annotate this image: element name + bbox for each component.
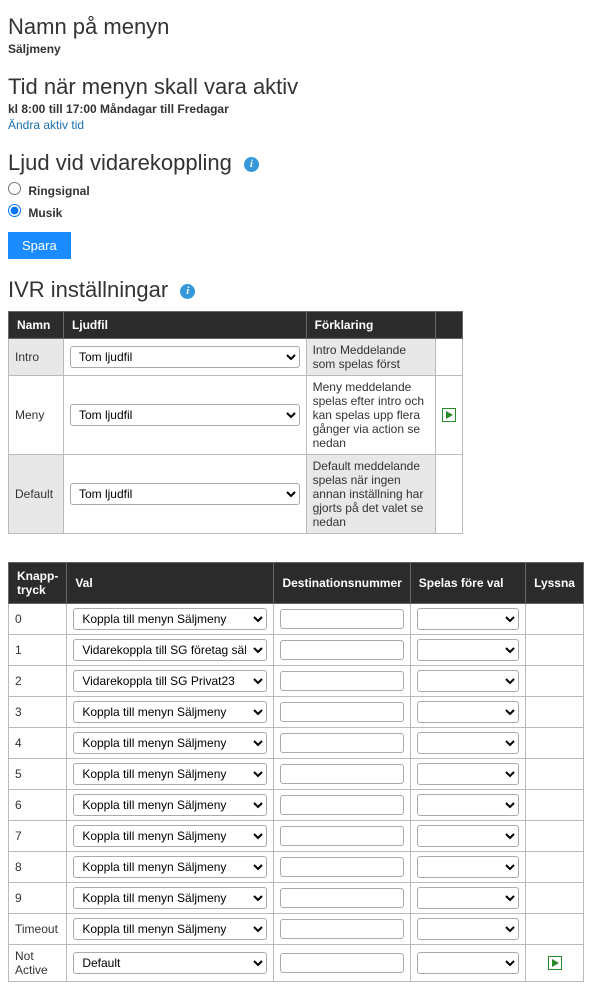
play-before-select[interactable] — [417, 794, 519, 816]
row-key: 3 — [9, 697, 67, 728]
play-before-select[interactable] — [417, 763, 519, 785]
choice-select[interactable]: Default — [73, 952, 267, 974]
destination-input[interactable] — [280, 919, 403, 939]
soundfile-select[interactable]: Tom ljudfil — [70, 483, 300, 505]
col-listen: Lyssna — [526, 563, 584, 604]
choice-select[interactable]: Koppla till menyn Säljmeny — [73, 763, 267, 785]
row-key: 1 — [9, 635, 67, 666]
row-desc: Intro Meddelande som spelas först — [306, 339, 435, 376]
destination-input[interactable] — [280, 640, 403, 660]
choice-select[interactable]: Vidarekoppla till SG Privat23 — [73, 670, 267, 692]
row-desc: Meny meddelande spelas efter intro och k… — [306, 376, 435, 455]
table-row: 6 Koppla till menyn Säljmeny — [9, 790, 584, 821]
play-before-select[interactable] — [417, 701, 519, 723]
row-key: 2 — [9, 666, 67, 697]
table-row: Meny Tom ljudfil Meny meddelande spelas ef… — [9, 376, 463, 455]
table-row: 0 Koppla till menyn Säljmeny — [9, 604, 584, 635]
table-row: 9 Koppla till menyn Säljmeny — [9, 883, 584, 914]
table-row: Intro Tom ljudfil Intro Meddelande som spe… — [9, 339, 463, 376]
table-row: Timeout Koppla till menyn Säljmeny — [9, 914, 584, 945]
soundfile-select[interactable]: Tom ljudfil — [70, 404, 300, 426]
col-play-before: Spelas före val — [410, 563, 525, 604]
col-keypress: Knapp-tryck — [9, 563, 67, 604]
ivr-settings-title: IVR inställningar i — [8, 277, 584, 303]
destination-input[interactable] — [280, 609, 403, 629]
play-icon[interactable] — [442, 408, 456, 422]
play-icon[interactable] — [548, 956, 562, 970]
choice-select[interactable]: Koppla till menyn Säljmeny — [73, 887, 267, 909]
table-row: 4 Koppla till menyn Säljmeny — [9, 728, 584, 759]
menu-name-value: Säljmeny — [8, 42, 584, 56]
play-before-select[interactable] — [417, 639, 519, 661]
menu-name-title: Namn på menyn — [8, 14, 584, 40]
destination-input[interactable] — [280, 764, 403, 784]
row-desc: Default meddelande spelas när ingen anna… — [306, 455, 435, 534]
info-icon[interactable]: i — [180, 284, 195, 299]
row-key: 9 — [9, 883, 67, 914]
destination-input[interactable] — [280, 826, 403, 846]
music-radio[interactable] — [8, 204, 21, 217]
play-before-select[interactable] — [417, 887, 519, 909]
table-row: 1 Vidarekoppla till SG företag sälj — [9, 635, 584, 666]
table-row: Default Tom ljudfil Default meddelande spe… — [9, 455, 463, 534]
row-key: 0 — [9, 604, 67, 635]
col-explanation: Förklaring — [306, 312, 435, 339]
row-key: Not Active — [9, 945, 67, 982]
row-key: 7 — [9, 821, 67, 852]
destination-input[interactable] — [280, 857, 403, 877]
table-row: 2 Vidarekoppla till SG Privat23 — [9, 666, 584, 697]
destination-input[interactable] — [280, 888, 403, 908]
col-choice: Val — [67, 563, 274, 604]
choice-select[interactable]: Koppla till menyn Säljmeny — [73, 918, 267, 940]
choice-select[interactable]: Vidarekoppla till SG företag sälj — [73, 639, 267, 661]
play-before-select[interactable] — [417, 856, 519, 878]
col-destination: Destinationsnummer — [274, 563, 410, 604]
play-before-select[interactable] — [417, 918, 519, 940]
col-soundfile: Ljudfil — [63, 312, 306, 339]
row-name: Meny — [9, 376, 64, 455]
choice-select[interactable]: Koppla till menyn Säljmeny — [73, 825, 267, 847]
music-label: Musik — [28, 206, 62, 220]
active-time-title: Tid när menyn skall vara aktiv — [8, 74, 584, 100]
col-play — [435, 312, 462, 339]
play-before-select[interactable] — [417, 825, 519, 847]
play-before-select[interactable] — [417, 732, 519, 754]
row-name: Intro — [9, 339, 64, 376]
row-key: 6 — [9, 790, 67, 821]
destination-input[interactable] — [280, 733, 403, 753]
play-before-select[interactable] — [417, 608, 519, 630]
table-row: 3 Koppla till menyn Säljmeny — [9, 697, 584, 728]
table-row: 8 Koppla till menyn Säljmeny — [9, 852, 584, 883]
choice-select[interactable]: Koppla till menyn Säljmeny — [73, 608, 267, 630]
active-time-value: kl 8:00 till 17:00 Måndagar till Fredaga… — [8, 102, 584, 116]
sound-files-table: Namn Ljudfil Förklaring Intro Tom ljudfil… — [8, 311, 463, 534]
choice-select[interactable]: Koppla till menyn Säljmeny — [73, 732, 267, 754]
play-before-select[interactable] — [417, 952, 519, 974]
row-name: Default — [9, 455, 64, 534]
choice-select[interactable]: Koppla till menyn Säljmeny — [73, 794, 267, 816]
destination-input[interactable] — [280, 702, 403, 722]
table-row: 5 Koppla till menyn Säljmeny — [9, 759, 584, 790]
soundfile-select[interactable]: Tom ljudfil — [70, 346, 300, 368]
ring-signal-label: Ringsignal — [28, 184, 89, 198]
row-key: Timeout — [9, 914, 67, 945]
forwarding-sound-title: Ljud vid vidarekoppling i — [8, 150, 584, 176]
table-row: 7 Koppla till menyn Säljmeny — [9, 821, 584, 852]
row-key: 8 — [9, 852, 67, 883]
col-name: Namn — [9, 312, 64, 339]
destination-input[interactable] — [280, 795, 403, 815]
play-before-select[interactable] — [417, 670, 519, 692]
info-icon[interactable]: i — [244, 157, 259, 172]
save-button[interactable]: Spara — [8, 232, 71, 259]
choice-select[interactable]: Koppla till menyn Säljmeny — [73, 856, 267, 878]
destination-input[interactable] — [280, 671, 403, 691]
change-active-time-link[interactable]: Ändra aktiv tid — [8, 118, 84, 132]
ring-signal-radio[interactable] — [8, 182, 21, 195]
table-row: Not Active Default — [9, 945, 584, 982]
destination-input[interactable] — [280, 953, 403, 973]
keypad-table: Knapp-tryck Val Destinationsnummer Spela… — [8, 562, 584, 982]
choice-select[interactable]: Koppla till menyn Säljmeny — [73, 701, 267, 723]
row-key: 4 — [9, 728, 67, 759]
row-key: 5 — [9, 759, 67, 790]
